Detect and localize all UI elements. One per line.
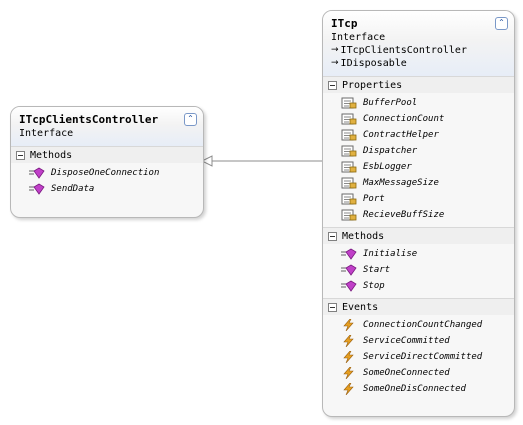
property-icon <box>341 193 357 205</box>
collapse-toggle-icon[interactable] <box>16 150 25 160</box>
arrow-right-icon: → <box>331 58 339 68</box>
properties-section-header[interactable]: Properties <box>323 76 514 93</box>
shape-kind: Interface <box>331 32 386 43</box>
member-event[interactable]: SomeOneDisConnected <box>323 381 514 397</box>
section-label: Events <box>342 301 379 313</box>
property-icon <box>341 97 357 109</box>
member-event[interactable]: ServiceDirectCommitted <box>323 349 514 365</box>
member-label: Port <box>363 194 385 204</box>
methods-section-header[interactable]: Methods <box>11 146 203 163</box>
member-label: Start <box>363 265 391 275</box>
events-section: Events ConnectionCountChanged ServiceComm… <box>323 298 514 401</box>
properties-section: Properties BufferPool ConnectionCount Cont… <box>323 76 514 227</box>
member-label: SomeOneDisConnected <box>363 384 466 394</box>
member-propertie[interactable]: ConnectionCount <box>323 111 514 127</box>
section-label: Methods <box>30 149 73 161</box>
member-label: SomeOneConnected <box>363 368 450 378</box>
method-icon <box>341 280 357 292</box>
method-icon <box>341 248 357 260</box>
shape-header: ITcp Interface → ITcpClientsController →… <box>323 11 514 76</box>
collapse-toggle-icon[interactable] <box>328 80 337 90</box>
methods-section: Methods DisposeOneConnection SendData <box>11 146 203 201</box>
member-method[interactable]: Start <box>323 262 514 278</box>
event-icon <box>341 350 357 364</box>
inherits-name: ITcpClientsController <box>340 45 467 56</box>
member-propertie[interactable]: MaxMessageSize <box>323 175 514 191</box>
property-icon <box>341 209 357 221</box>
inherits-line: → ITcpClientsController <box>331 44 504 57</box>
member-label: ServiceDirectCommitted <box>363 352 483 362</box>
member-label: EsbLogger <box>363 162 412 172</box>
member-label: SendData <box>51 184 95 194</box>
event-icon <box>341 366 357 380</box>
member-label: RecieveBuffSize <box>363 210 445 220</box>
member-label: BufferPool <box>363 98 418 108</box>
events-section-header[interactable]: Events <box>323 298 514 315</box>
double-chevron-up-icon[interactable]: ⌃ <box>184 113 197 126</box>
member-method[interactable]: Stop <box>323 278 514 294</box>
member-method[interactable]: DisposeOneConnection <box>11 165 203 181</box>
shape-title: ITcpClientsController <box>19 113 159 126</box>
member-label: ServiceCommitted <box>363 336 450 346</box>
event-icon <box>341 334 357 348</box>
inherits-name: IDisposable <box>340 58 407 69</box>
member-method[interactable]: SendData <box>11 181 203 197</box>
member-propertie[interactable]: ContractHelper <box>323 127 514 143</box>
member-label: Initialise <box>363 249 418 259</box>
member-event[interactable]: ConnectionCountChanged <box>323 317 514 333</box>
shape-title: ITcp <box>331 17 358 30</box>
itcp-shape[interactable]: ITcp Interface → ITcpClientsController →… <box>322 10 515 417</box>
member-label: DisposeOneConnection <box>51 168 160 178</box>
member-propertie[interactable]: EsbLogger <box>323 159 514 175</box>
itcpclientscontroller-shape[interactable]: ITcpClientsController Interface ⌃ Method… <box>10 106 204 218</box>
double-chevron-up-icon[interactable]: ⌃ <box>495 17 508 30</box>
arrow-right-icon: → <box>331 45 339 55</box>
inherits-line: → IDisposable <box>331 57 504 70</box>
property-icon <box>341 145 357 157</box>
collapse-toggle-icon[interactable] <box>328 231 337 241</box>
member-label: Dispatcher <box>363 146 418 156</box>
member-propertie[interactable]: Dispatcher <box>323 143 514 159</box>
member-event[interactable]: ServiceCommitted <box>323 333 514 349</box>
method-icon <box>341 264 357 276</box>
member-propertie[interactable]: RecieveBuffSize <box>323 207 514 223</box>
member-event[interactable]: SomeOneConnected <box>323 365 514 381</box>
shape-kind: Interface <box>19 128 74 139</box>
property-icon <box>341 113 357 125</box>
member-label: Stop <box>363 281 385 291</box>
member-propertie[interactable]: BufferPool <box>323 95 514 111</box>
member-label: ContractHelper <box>363 130 439 140</box>
member-label: MaxMessageSize <box>363 178 439 188</box>
section-label: Properties <box>342 79 403 91</box>
shape-header: ITcpClientsController Interface ⌃ <box>11 107 203 146</box>
event-icon <box>341 318 357 332</box>
collapse-toggle-icon[interactable] <box>328 302 337 312</box>
member-propertie[interactable]: Port <box>323 191 514 207</box>
property-icon <box>341 161 357 173</box>
section-label: Methods <box>342 230 385 242</box>
member-label: ConnectionCount <box>363 114 445 124</box>
method-icon <box>29 183 45 195</box>
member-method[interactable]: Initialise <box>323 246 514 262</box>
event-icon <box>341 382 357 396</box>
methods-section: Methods Initialise Start Stop <box>323 227 514 298</box>
member-label: ConnectionCountChanged <box>363 320 483 330</box>
property-icon <box>341 177 357 189</box>
property-icon <box>341 129 357 141</box>
method-icon <box>29 167 45 179</box>
methods-section-header[interactable]: Methods <box>323 227 514 244</box>
